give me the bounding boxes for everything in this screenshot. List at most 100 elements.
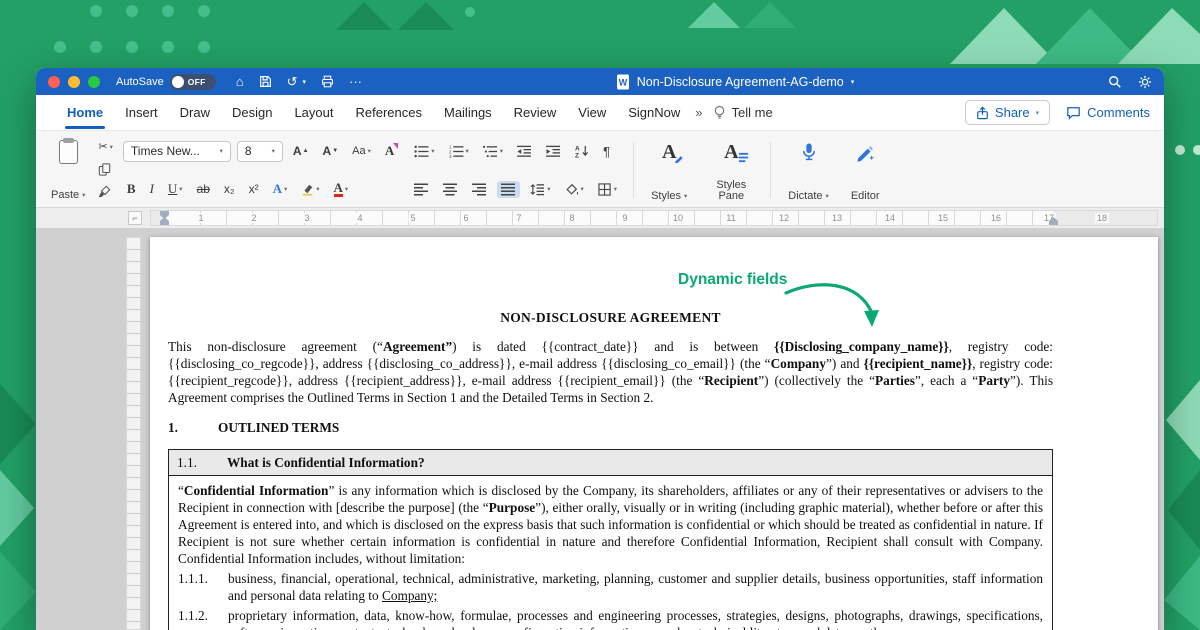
tab-mailings[interactable]: Mailings bbox=[433, 96, 503, 129]
align-left-button[interactable] bbox=[410, 181, 433, 198]
subscript-button[interactable]: x₂ bbox=[220, 180, 239, 198]
minimize-button[interactable] bbox=[68, 76, 80, 88]
comments-label: Comments bbox=[1087, 105, 1150, 120]
search-icon[interactable] bbox=[1108, 75, 1122, 89]
document-title-area[interactable]: W Non-Disclosure Agreement-AG-demo ▾ bbox=[362, 74, 1108, 90]
styles-button[interactable]: A Styles▾ bbox=[644, 137, 694, 203]
paste-label: Paste bbox=[51, 189, 79, 201]
styles-icon: A bbox=[662, 141, 676, 164]
home-icon[interactable]: ⌂ bbox=[236, 75, 244, 88]
grow-font-button[interactable]: A▲ bbox=[289, 142, 313, 160]
tell-me-button[interactable]: Tell me bbox=[713, 105, 773, 120]
more-icon[interactable]: ··· bbox=[349, 75, 362, 88]
editor-button[interactable]: Editor bbox=[844, 137, 887, 203]
clipboard-group: Paste▾ ✂▾ bbox=[44, 137, 113, 203]
strikethrough-button[interactable]: ab bbox=[193, 180, 214, 198]
cut-button[interactable]: ✂▾ bbox=[98, 139, 112, 154]
font-size-select[interactable]: 8▾ bbox=[237, 141, 283, 162]
multilevel-list-button[interactable]: ▾ bbox=[479, 143, 507, 160]
tab-view[interactable]: View bbox=[567, 96, 617, 129]
microphone-icon bbox=[800, 141, 818, 163]
italic-button[interactable]: I bbox=[146, 179, 158, 199]
outdent-icon bbox=[517, 145, 532, 158]
ruler-number: 3 bbox=[302, 213, 311, 223]
shading-button[interactable]: ▾ bbox=[561, 181, 588, 198]
list-item-text: proprietary information, data, know-how,… bbox=[228, 607, 1043, 630]
undo-icon[interactable]: ↺ bbox=[287, 75, 298, 88]
horizontal-ruler[interactable]: 123456789101112131415161718 bbox=[150, 210, 1158, 226]
tab-row: HomeInsertDrawDesignLayoutReferencesMail… bbox=[36, 95, 1164, 130]
autosave-toggle[interactable]: OFF bbox=[170, 74, 216, 90]
numbering-button[interactable]: 1 2 3 ▾ bbox=[445, 143, 473, 160]
styles-label: Styles bbox=[651, 190, 681, 202]
section-number: 1. bbox=[168, 419, 218, 436]
font-name-value: Times New... bbox=[131, 144, 200, 158]
close-button[interactable] bbox=[48, 76, 60, 88]
tab-review[interactable]: Review bbox=[503, 96, 568, 129]
settings-icon[interactable] bbox=[1138, 75, 1152, 89]
clause-table: 1.1. What is Confidential Information? “… bbox=[168, 449, 1053, 630]
editor-label: Editor bbox=[851, 190, 880, 202]
vertical-ruler[interactable] bbox=[126, 237, 141, 630]
ribbon: Paste▾ ✂▾ bbox=[36, 130, 1164, 208]
line-spacing-button[interactable]: ▾ bbox=[526, 181, 554, 198]
autosave-control[interactable]: AutoSave OFF bbox=[116, 74, 216, 90]
ribbon-tabs: HomeInsertDrawDesignLayoutReferencesMail… bbox=[56, 96, 691, 129]
share-icon bbox=[976, 106, 989, 120]
align-justify-button[interactable] bbox=[497, 181, 520, 198]
tab-design[interactable]: Design bbox=[221, 96, 283, 129]
font-name-select[interactable]: Times New...▾ bbox=[123, 141, 231, 162]
share-button[interactable]: Share ▾ bbox=[965, 100, 1050, 125]
comment-icon bbox=[1066, 106, 1081, 120]
print-icon[interactable] bbox=[321, 75, 334, 88]
paint-bucket-icon bbox=[565, 183, 579, 196]
bold-button[interactable]: B bbox=[123, 179, 140, 199]
tab-insert[interactable]: Insert bbox=[114, 96, 169, 129]
tab-signnow[interactable]: SignNow bbox=[617, 96, 691, 129]
clear-format-button[interactable]: A bbox=[381, 141, 398, 161]
underline-button[interactable]: U▾ bbox=[164, 179, 187, 199]
zoom-button[interactable] bbox=[88, 76, 100, 88]
tab-overflow-chevron[interactable]: » bbox=[695, 105, 702, 120]
format-painter-icon bbox=[98, 185, 111, 198]
section-heading: 1. OUTLINED TERMS bbox=[168, 419, 1053, 436]
copy-button[interactable] bbox=[98, 162, 112, 177]
tab-references[interactable]: References bbox=[345, 96, 433, 129]
numbered-list-icon: 1 2 3 bbox=[449, 145, 464, 158]
text-effects-button[interactable]: A▾ bbox=[269, 179, 292, 199]
borders-button[interactable]: ▾ bbox=[594, 181, 621, 198]
change-case-button[interactable]: Aa▾ bbox=[348, 143, 375, 159]
highlight-button[interactable]: ▾ bbox=[297, 181, 323, 198]
dictate-button[interactable]: Dictate▾ bbox=[781, 137, 836, 203]
ruler-number: 4 bbox=[355, 213, 364, 223]
shrink-font-button[interactable]: A▼ bbox=[319, 142, 343, 160]
font-color-button[interactable]: A▾ bbox=[330, 179, 353, 199]
comments-button[interactable]: Comments bbox=[1066, 105, 1150, 120]
page-content[interactable]: NON-DISCLOSURE AGREEMENT This non-disclo… bbox=[168, 237, 1053, 630]
outdent-button[interactable] bbox=[513, 143, 536, 160]
ruler-number: 6 bbox=[461, 213, 470, 223]
align-right-button[interactable] bbox=[468, 181, 491, 198]
traffic-lights bbox=[48, 76, 100, 88]
svg-text:3: 3 bbox=[449, 154, 452, 158]
intro-paragraph: This non-disclosure agreement (“Agreemen… bbox=[168, 338, 1053, 406]
format-painter-button[interactable] bbox=[98, 184, 112, 199]
document-area: Dynamic fields NON-DISCLOSURE AGREEMENT … bbox=[36, 229, 1164, 630]
undo-caret-icon[interactable]: ▾ bbox=[302, 78, 306, 86]
tab-selector[interactable]: ⌐ bbox=[128, 211, 142, 225]
tab-draw[interactable]: Draw bbox=[169, 96, 221, 129]
superscript-button[interactable]: x² bbox=[245, 180, 263, 198]
indent-button[interactable] bbox=[542, 143, 565, 160]
title-caret-icon[interactable]: ▾ bbox=[851, 78, 855, 86]
pilcrow-button[interactable]: ¶ bbox=[599, 142, 614, 161]
bullets-button[interactable]: ▾ bbox=[410, 143, 438, 160]
sort-button[interactable]: A Z bbox=[571, 143, 593, 160]
tab-layout[interactable]: Layout bbox=[283, 96, 344, 129]
save-icon[interactable] bbox=[259, 75, 272, 88]
paste-button[interactable]: Paste▾ bbox=[44, 137, 92, 203]
ruler-number: 12 bbox=[777, 213, 791, 223]
styles-pane-button[interactable]: A Styles Pane bbox=[702, 137, 760, 203]
align-center-button[interactable] bbox=[439, 181, 462, 198]
document-page[interactable]: Dynamic fields NON-DISCLOSURE AGREEMENT … bbox=[150, 237, 1158, 630]
tab-home[interactable]: Home bbox=[56, 96, 114, 129]
